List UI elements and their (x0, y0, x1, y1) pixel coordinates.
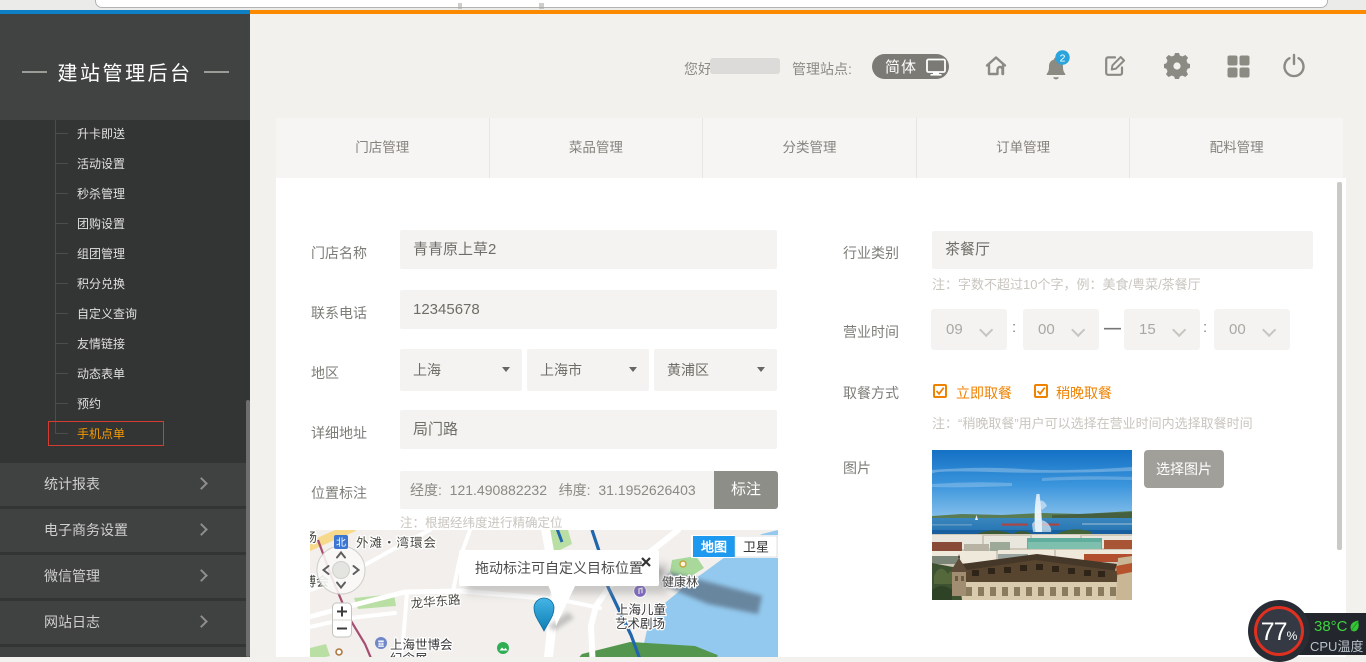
svg-text:卫星: 卫星 (743, 540, 769, 555)
svg-text:艺术剧场: 艺术剧场 (615, 617, 665, 631)
svg-text:2: 2 (1060, 52, 1066, 64)
svg-text:拖动标注可自定义目标位置: 拖动标注可自定义目标位置 (475, 560, 643, 576)
svg-text:上海世博会: 上海世博会 (390, 637, 453, 652)
svg-text:外滩・湾環会: 外滩・湾環会 (356, 535, 437, 550)
svg-text:场: 场 (310, 530, 317, 545)
svg-text:地图: 地图 (701, 540, 727, 555)
svg-text:上海儿童: 上海儿童 (616, 602, 666, 617)
svg-text:纪念展: 纪念展 (390, 651, 428, 657)
svg-text:北: 北 (336, 537, 346, 549)
